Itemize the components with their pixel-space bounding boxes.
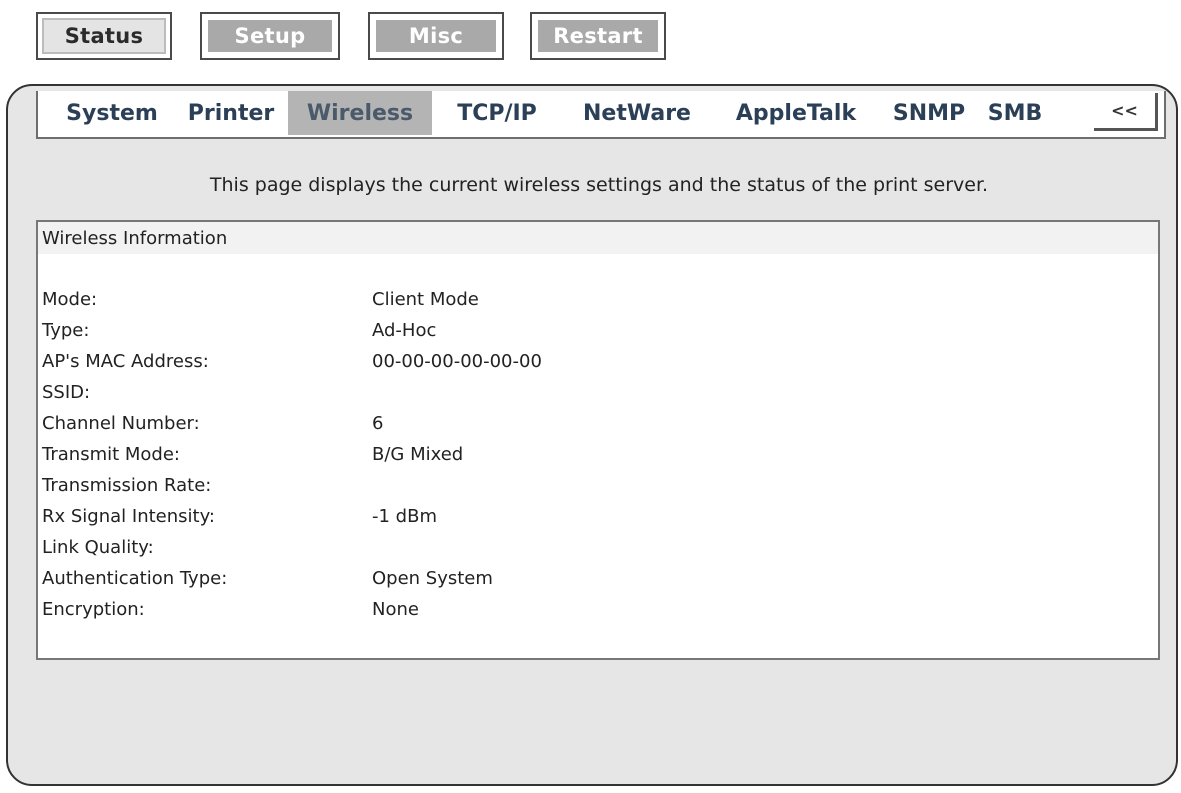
tab-appletalk[interactable]: AppleTalk — [712, 91, 880, 135]
info-label: AP's MAC Address: — [42, 351, 209, 372]
info-row-channel: Channel Number: 6 — [38, 408, 1158, 439]
info-label: Type: — [42, 320, 90, 341]
info-row-mode: Mode: Client Mode — [38, 284, 1158, 315]
info-row-transmit-mode: Transmit Mode: B/G Mixed — [38, 439, 1158, 470]
info-row-type: Type: Ad-Hoc — [38, 315, 1158, 346]
section-title: Wireless Information — [38, 222, 1158, 254]
info-row-ap-mac: AP's MAC Address: 00-00-00-00-00-00 — [38, 346, 1158, 377]
status-panel: System Printer Wireless TCP/IP NetWare A… — [6, 84, 1178, 786]
info-label: Rx Signal Intensity: — [42, 506, 215, 527]
setup-button[interactable]: Setup — [200, 12, 340, 60]
misc-button[interactable]: Misc — [368, 12, 504, 60]
info-value: 00-00-00-00-00-00 — [372, 351, 542, 372]
info-value: Client Mode — [372, 289, 479, 310]
status-button-label: Status — [42, 18, 166, 54]
info-row-rx-signal: Rx Signal Intensity: -1 dBm — [38, 501, 1158, 532]
restart-button[interactable]: Restart — [530, 12, 666, 60]
sub-tab-bar: System Printer Wireless TCP/IP NetWare A… — [36, 91, 1166, 139]
info-label: Link Quality: — [42, 537, 154, 558]
tab-wireless[interactable]: Wireless — [288, 91, 432, 135]
info-row-ssid: SSID: — [38, 377, 1158, 408]
restart-button-label: Restart — [536, 18, 660, 54]
page-description: This page displays the current wireless … — [209, 174, 989, 196]
info-label: Encryption: — [42, 599, 145, 620]
tab-netware[interactable]: NetWare — [562, 91, 712, 135]
info-label: Authentication Type: — [42, 568, 228, 589]
info-value: None — [372, 599, 419, 620]
misc-button-label: Misc — [374, 18, 498, 54]
info-row-link-quality: Link Quality: — [38, 532, 1158, 563]
info-label: Mode: — [42, 289, 98, 310]
setup-button-label: Setup — [206, 18, 334, 54]
tab-system[interactable]: System — [50, 91, 174, 135]
info-label: SSID: — [42, 382, 91, 403]
status-button[interactable]: Status — [36, 12, 172, 60]
info-value: 6 — [372, 413, 384, 434]
info-value: Ad-Hoc — [372, 320, 437, 341]
info-label: Channel Number: — [42, 413, 200, 434]
info-label: Transmission Rate: — [42, 475, 212, 496]
info-row-encryption: Encryption: None — [38, 594, 1158, 625]
info-rows: Mode: Client Mode Type: Ad-Hoc AP's MAC Ad… — [38, 284, 1158, 625]
info-label: Transmit Mode: — [42, 444, 180, 465]
collapse-tabs-button[interactable]: << — [1094, 93, 1158, 131]
tab-tcpip[interactable]: TCP/IP — [432, 91, 562, 135]
info-value: -1 dBm — [372, 506, 437, 527]
info-row-transmission-rate: Transmission Rate: — [38, 470, 1158, 501]
wireless-info-box: Wireless Information Mode: Client Mode Ty… — [36, 220, 1160, 660]
tab-snmp[interactable]: SNMP — [880, 91, 978, 135]
info-row-authentication: Authentication Type: Open System — [38, 563, 1158, 594]
tab-printer[interactable]: Printer — [174, 91, 288, 135]
info-value: Open System — [372, 568, 493, 589]
tab-smb[interactable]: SMB — [978, 91, 1052, 135]
info-value: B/G Mixed — [372, 444, 464, 465]
